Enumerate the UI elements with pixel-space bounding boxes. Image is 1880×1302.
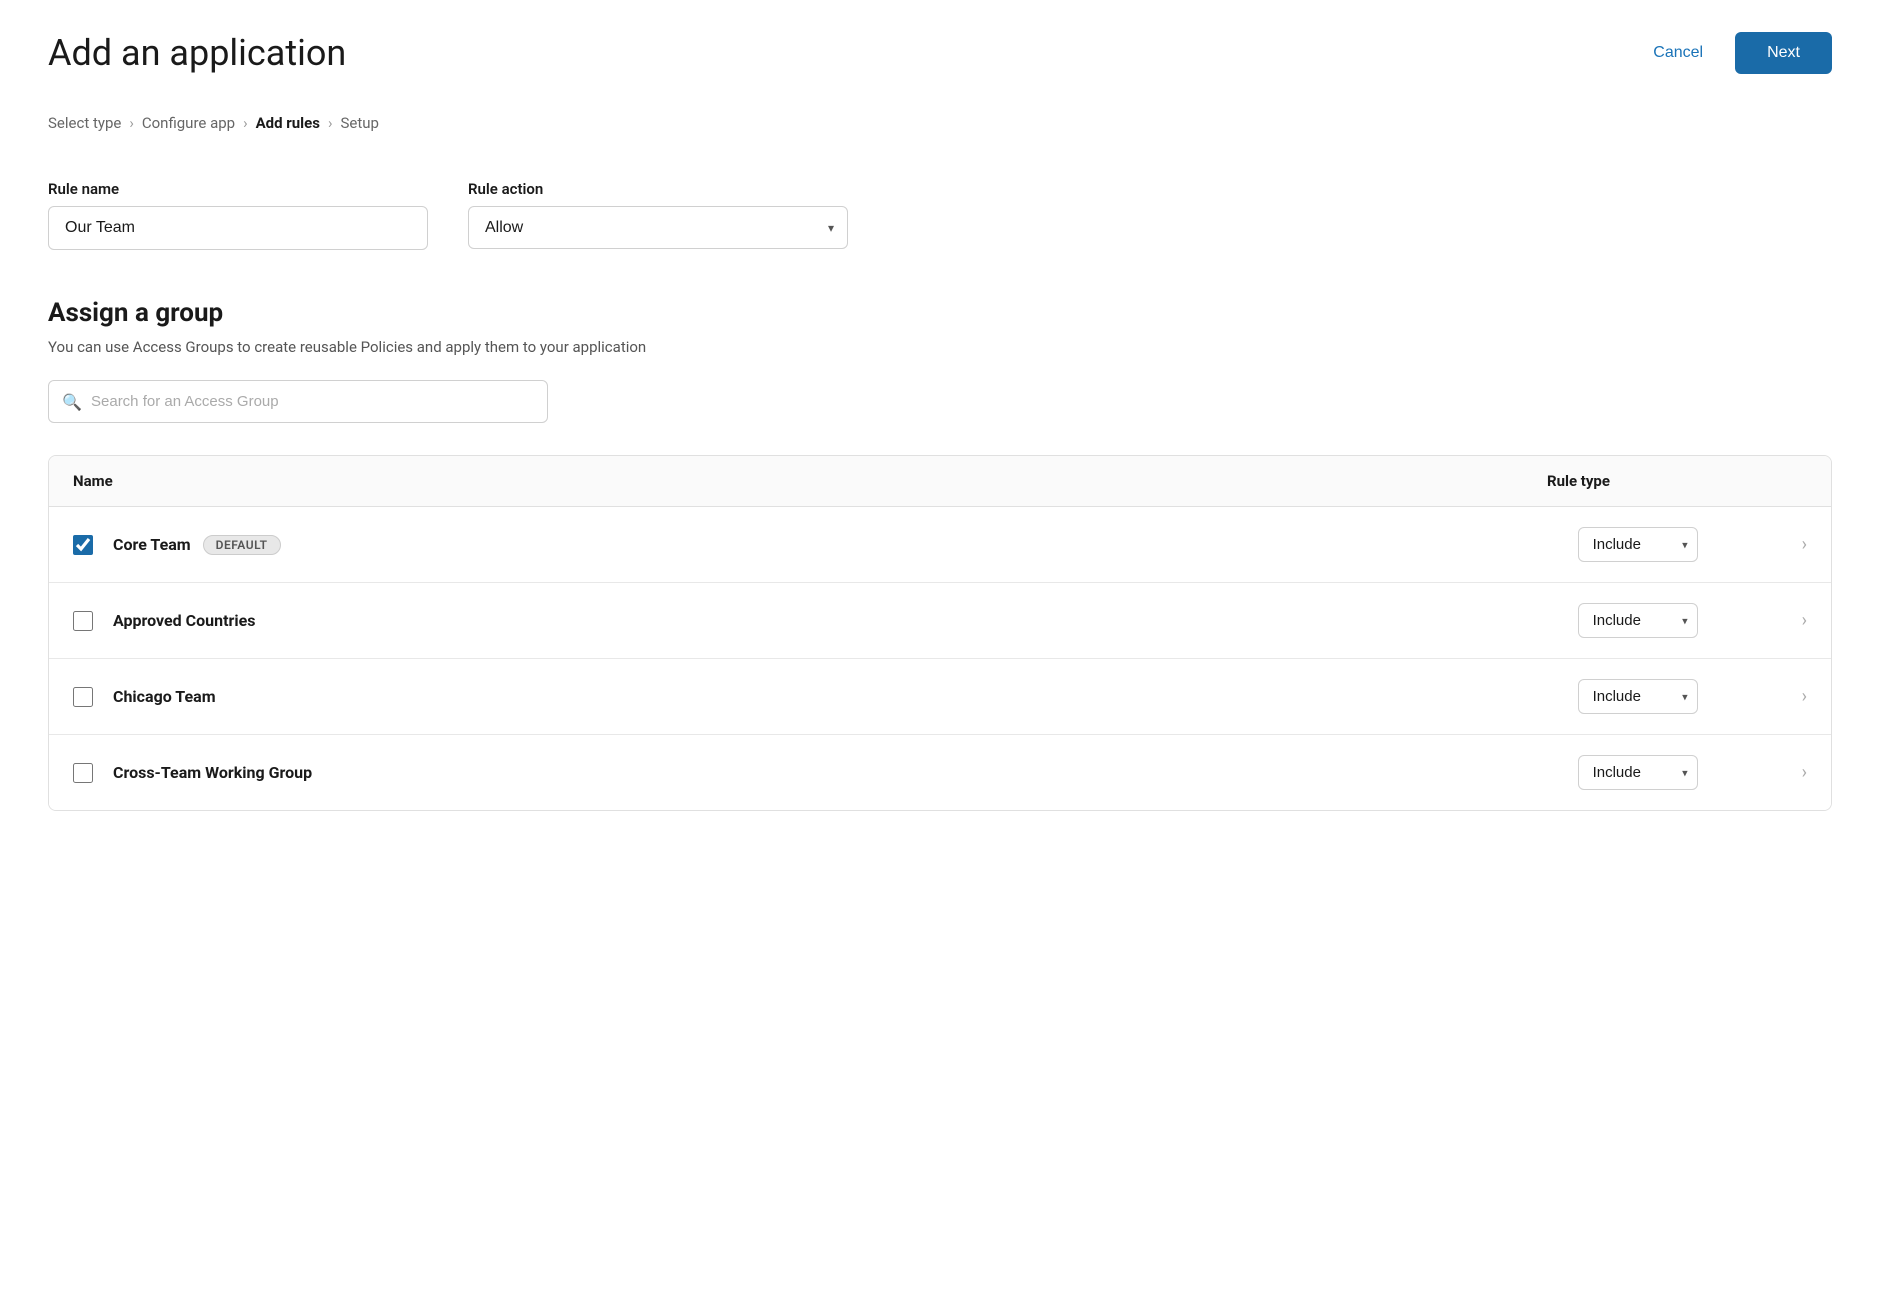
breadcrumb: Select type › Configure app › Add rules … [48,114,1832,132]
table-col-name: Name [73,472,1547,490]
row-rule-type-approved-countries: Include Exclude Require ▾ [1578,603,1778,638]
row-checkbox-chicago-team[interactable] [73,687,93,707]
include-select-wrapper-core-team: Include Exclude Require ▾ [1578,527,1698,562]
row-nav-arrow-approved-countries[interactable]: › [1802,610,1807,631]
breadcrumb-select-type: Select type [48,114,121,132]
page-title: Add an application [48,32,346,74]
table-row: Core Team DEFAULT Include Exclude Requir… [49,507,1831,583]
breadcrumb-configure-app: Configure app [142,114,235,132]
row-rule-type-core-team: Include Exclude Require ▾ [1578,527,1778,562]
cancel-button[interactable]: Cancel [1637,36,1719,70]
form-group-rule-name: Rule name [48,180,428,250]
row-nav-arrow-chicago-team[interactable]: › [1802,686,1807,707]
include-select-wrapper-chicago-team: Include Exclude Require ▾ [1578,679,1698,714]
row-rule-type-chicago-team: Include Exclude Require ▾ [1578,679,1778,714]
row-nav-arrow-core-team[interactable]: › [1802,534,1807,555]
form-row: Rule name Rule action Allow Block Bypass… [48,180,1832,250]
assign-group-description: You can use Access Groups to create reus… [48,338,1832,356]
row-name-text-core-team: Core Team [113,535,191,554]
include-select-wrapper-cross-team: Include Exclude Require ▾ [1578,755,1698,790]
breadcrumb-sep-3: › [328,114,333,132]
rule-name-label: Rule name [48,180,428,198]
table-container: Name Rule type Core Team DEFAULT Include… [48,455,1832,811]
row-checkbox-cross-team[interactable] [73,763,93,783]
rule-action-select[interactable]: Allow Block Bypass Service Auth Audit [468,206,848,249]
rule-action-label: Rule action [468,180,848,198]
include-select-core-team[interactable]: Include Exclude Require [1578,527,1698,562]
assign-group-title: Assign a group [48,298,1832,328]
search-input[interactable] [48,380,548,423]
table-header: Name Rule type [49,456,1831,507]
page-container: Add an application Cancel Next Select ty… [0,0,1880,1302]
breadcrumb-add-rules: Add rules [256,114,320,132]
table-col-rule-type: Rule type [1547,472,1747,490]
row-name-text-cross-team: Cross-Team Working Group [113,763,312,782]
breadcrumb-sep-2: › [243,114,248,132]
table-row: Cross-Team Working Group Include Exclude… [49,735,1831,810]
row-name-chicago-team: Chicago Team [113,687,1578,706]
top-bar: Add an application Cancel Next [48,32,1832,74]
row-rule-type-cross-team: Include Exclude Require ▾ [1578,755,1778,790]
form-section: Rule name Rule action Allow Block Bypass… [48,180,1832,250]
include-select-approved-countries[interactable]: Include Exclude Require [1578,603,1698,638]
rule-name-input[interactable] [48,206,428,250]
table-row: Approved Countries Include Exclude Requi… [49,583,1831,659]
breadcrumb-sep-1: › [129,114,134,132]
include-select-cross-team[interactable]: Include Exclude Require [1578,755,1698,790]
row-name-cross-team: Cross-Team Working Group [113,763,1578,782]
search-icon: 🔍 [62,392,82,411]
row-name-approved-countries: Approved Countries [113,611,1578,630]
top-actions: Cancel Next [1637,32,1832,74]
form-group-rule-action: Rule action Allow Block Bypass Service A… [468,180,848,249]
next-button[interactable]: Next [1735,32,1832,74]
row-name-text-chicago-team: Chicago Team [113,687,216,706]
search-wrapper: 🔍 [48,380,548,423]
breadcrumb-setup: Setup [340,114,378,132]
row-checkbox-approved-countries[interactable] [73,611,93,631]
rule-action-select-wrapper: Allow Block Bypass Service Auth Audit ▾ [468,206,848,249]
table-row: Chicago Team Include Exclude Require ▾ › [49,659,1831,735]
row-name-core-team: Core Team DEFAULT [113,535,1578,555]
row-checkbox-core-team[interactable] [73,535,93,555]
include-select-wrapper-approved-countries: Include Exclude Require ▾ [1578,603,1698,638]
row-name-text-approved-countries: Approved Countries [113,611,255,630]
default-badge-core-team: DEFAULT [203,535,281,555]
row-nav-arrow-cross-team[interactable]: › [1802,762,1807,783]
include-select-chicago-team[interactable]: Include Exclude Require [1578,679,1698,714]
assign-group-section: Assign a group You can use Access Groups… [48,298,1832,811]
